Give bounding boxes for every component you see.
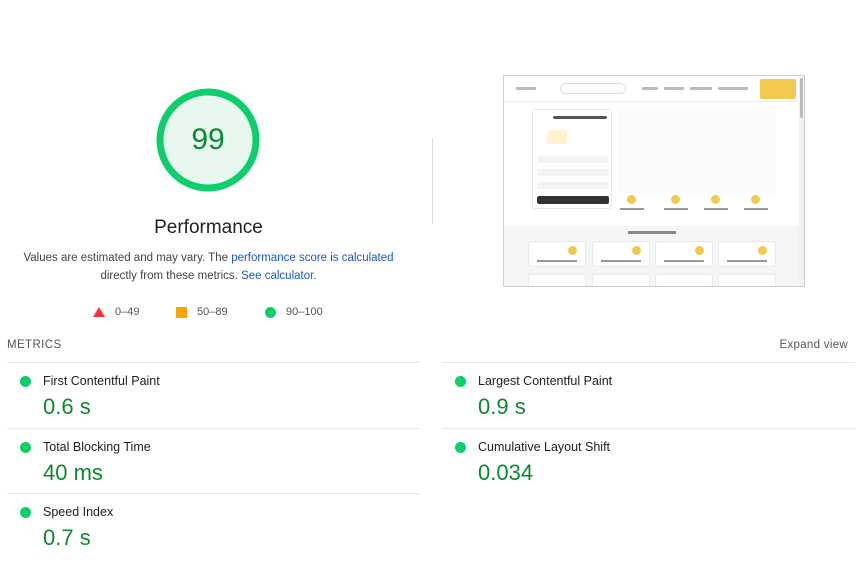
metrics-heading: METRICS (7, 339, 62, 351)
see-calculator-link[interactable]: See calculator. (241, 270, 316, 282)
metric-cumulative-layout-shift: Cumulative Layout Shift 0.034 (442, 428, 855, 494)
legend-item-pass: 90–100 (265, 304, 323, 320)
description-text-1: Values are estimated and may vary. The (23, 252, 232, 264)
thumb-services-title (628, 231, 676, 234)
thumb-service-card (592, 241, 650, 267)
thumb-service-card (655, 241, 713, 267)
metric-total-blocking-time: Total Blocking Time 40 ms (7, 428, 420, 494)
score-legend: 0–49 50–89 90–100 (93, 304, 353, 320)
thumb-feature (658, 194, 694, 214)
metric-label: Total Blocking Time (43, 440, 151, 454)
thumb-nav-link (718, 87, 748, 90)
thumb-nav-link (690, 87, 712, 90)
thumb-hero (618, 109, 776, 193)
metric-label: Speed Index (43, 505, 114, 519)
final-page-screenshot[interactable] (503, 75, 805, 287)
thumb-nav-link (664, 87, 684, 90)
performance-title: Performance (154, 217, 263, 238)
thumb-feature (614, 194, 650, 214)
metric-value: 40 ms (43, 460, 103, 485)
legend-label-fail: 0–49 (115, 306, 140, 318)
metric-value: 0.9 s (478, 394, 526, 419)
thumb-feature (738, 194, 774, 214)
thumb-service-card (528, 241, 586, 267)
legend-item-fail: 0–49 (93, 304, 139, 320)
legend-label-average: 50–89 (197, 306, 228, 318)
metric-value: 0.7 s (43, 525, 91, 550)
pass-circle-icon (20, 507, 31, 518)
expand-view-toggle[interactable]: Expand view (779, 339, 848, 351)
metric-speed-index: Speed Index 0.7 s (7, 493, 420, 559)
legend-label-pass: 90–100 (286, 306, 323, 318)
performance-score-value: 99 (191, 123, 225, 156)
vertical-divider (432, 138, 433, 224)
thumb-scrollbar (799, 76, 804, 286)
thumb-nav-link (642, 87, 658, 90)
thumb-navbar (504, 76, 800, 102)
square-icon (176, 306, 187, 318)
thumb-service-card (528, 274, 586, 286)
metric-label: Cumulative Layout Shift (478, 440, 611, 454)
thumb-form-image (547, 130, 567, 144)
thumb-form-field (537, 156, 609, 163)
legend-item-average: 50–89 (176, 304, 228, 320)
thumb-service-card (718, 274, 776, 286)
thumb-service-card (718, 241, 776, 267)
thumb-form-field (537, 169, 609, 176)
performance-score-link[interactable]: performance score is calculated (231, 252, 393, 264)
metric-first-contentful-paint: First Contentful Paint 0.6 s (7, 362, 420, 428)
thumb-submit-button (537, 196, 609, 204)
thumb-nav-link (516, 87, 536, 90)
thumb-search-bar (560, 83, 626, 94)
thumb-service-card (655, 274, 713, 286)
metric-value: 0.6 s (43, 394, 91, 419)
metric-label: Largest Contentful Paint (478, 374, 613, 388)
metric-value: 0.034 (478, 460, 534, 485)
performance-description: Values are estimated and may vary. The p… (20, 249, 397, 285)
thumb-form-card (532, 109, 612, 209)
pass-circle-icon (20, 376, 31, 387)
thumb-services-section (504, 226, 800, 286)
thumb-logo (760, 79, 796, 99)
performance-score-gauge: 99 (153, 85, 263, 195)
thumb-form-title (553, 116, 607, 119)
metric-largest-contentful-paint: Largest Contentful Paint 0.9 s (442, 362, 855, 428)
thumb-form-field (537, 182, 609, 189)
thumb-feature (698, 194, 734, 214)
pass-circle-icon (455, 376, 466, 387)
description-text-2: directly from these metrics. (100, 270, 242, 282)
triangle-icon (93, 307, 105, 318)
metric-label: First Contentful Paint (43, 374, 160, 388)
pass-circle-icon (20, 442, 31, 453)
pass-circle-icon (455, 442, 466, 453)
circle-icon (265, 306, 276, 318)
thumb-service-card (592, 274, 650, 286)
